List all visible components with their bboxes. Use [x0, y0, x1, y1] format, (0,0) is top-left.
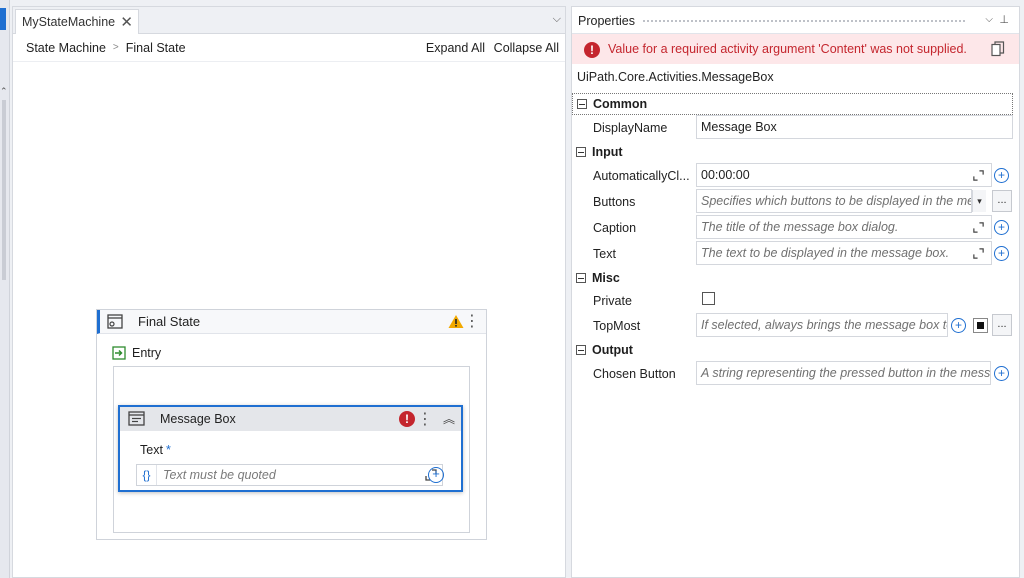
left-panel-strip: ⌃	[0, 0, 10, 578]
text-label: Text	[140, 443, 163, 457]
property-row-automatically-close: AutomaticallyCl... 00:00:00 +	[572, 163, 1013, 189]
message-box-icon	[128, 411, 145, 426]
error-banner: ! Value for a required activity argument…	[572, 34, 1019, 64]
topmost-input[interactable]: If selected, always brings the message b…	[696, 313, 948, 337]
category-output[interactable]: Output	[572, 339, 1013, 361]
property-name: Private	[593, 294, 632, 308]
property-row-displayname: DisplayName Message Box	[572, 115, 1013, 141]
document-tab-title: MyStateMachine	[22, 15, 116, 29]
collapse-toggle-icon[interactable]	[576, 273, 586, 283]
close-icon[interactable]: ✕	[120, 13, 133, 31]
entry-section-label: Entry	[112, 346, 161, 360]
category-label: Output	[592, 343, 633, 357]
collapse-all-button[interactable]: Collapse All	[494, 41, 559, 55]
caption-input[interactable]: The title of the message box dialog.	[696, 215, 992, 239]
plus-icon[interactable]: +	[994, 366, 1009, 381]
left-panel-accent[interactable]	[0, 8, 6, 30]
displayname-input[interactable]: Message Box	[696, 115, 1013, 139]
chevron-down-icon[interactable]: ⌵	[985, 14, 993, 25]
property-row-text: Text The text to be displayed in the mes…	[572, 241, 1013, 267]
property-grid: Common DisplayName Message Box Input Aut…	[572, 93, 1013, 387]
category-label: Input	[592, 145, 623, 159]
message-box-activity[interactable]: Message Box ! ⋮ ︽ Text * {} Text must be …	[118, 405, 463, 492]
left-panel-scrollbar[interactable]	[2, 100, 6, 280]
property-name: TopMost	[593, 319, 641, 333]
expand-editor-icon[interactable]	[972, 247, 985, 260]
collapse-toggle-icon[interactable]	[577, 99, 587, 109]
buttons-select[interactable]: Specifies which buttons to be displayed …	[696, 189, 972, 213]
warning-icon[interactable]	[448, 314, 464, 329]
property-row-chosen-button: Chosen Button A string representing the …	[572, 361, 1013, 387]
automatically-close-input[interactable]: 00:00:00	[696, 163, 992, 187]
text-input[interactable]: The text to be displayed in the message …	[696, 241, 992, 265]
required-marker: *	[165, 443, 171, 457]
property-name: Buttons	[593, 195, 636, 209]
category-common[interactable]: Common	[572, 93, 1013, 115]
final-state-header[interactable]: Final State ⋮	[97, 310, 486, 334]
collapse-toggle-icon[interactable]	[576, 147, 586, 157]
state-icon	[107, 314, 123, 329]
category-label: Common	[593, 97, 648, 111]
plus-icon[interactable]: +	[951, 318, 966, 333]
drag-grip[interactable]	[642, 19, 967, 23]
more-options-icon[interactable]: ⋮	[417, 409, 433, 429]
category-label: Misc	[592, 271, 620, 285]
topmost-toggle-button[interactable]	[973, 318, 988, 333]
pin-icon[interactable]: ⊥	[999, 13, 1009, 26]
property-row-topmost: TopMost If selected, always brings the m…	[572, 313, 1013, 339]
breadcrumb: State Machine > Final State Expand All C…	[13, 34, 565, 62]
property-row-caption: Caption The title of the message box dia…	[572, 215, 1013, 241]
chevron-right-icon: >	[112, 42, 119, 53]
text-placeholder[interactable]: Text must be quoted	[163, 468, 424, 482]
document-tab[interactable]: MyStateMachine ✕	[15, 9, 139, 34]
property-name: AutomaticallyCl...	[593, 169, 690, 183]
more-options-icon[interactable]: ⋮	[464, 311, 480, 331]
property-name: Text	[593, 247, 616, 261]
expression-braces-icon: {}	[137, 465, 157, 485]
plus-icon[interactable]: +	[994, 220, 1009, 235]
breadcrumb-item-state-machine[interactable]: State Machine	[26, 41, 106, 55]
expand-editor-icon[interactable]	[972, 169, 985, 182]
breadcrumb-item-final-state[interactable]: Final State	[126, 41, 186, 55]
collapse-icon[interactable]: ︽	[443, 410, 455, 427]
property-row-private: Private	[572, 289, 1013, 313]
text-argument-input[interactable]: {} Text must be quoted	[136, 464, 443, 486]
chevron-down-icon[interactable]: ⌵	[553, 13, 561, 26]
activity-type-label: UiPath.Core.Activities.MessageBox	[577, 70, 774, 84]
document-tab-bar: MyStateMachine ✕ ⌵	[13, 7, 565, 34]
private-checkbox[interactable]	[702, 292, 715, 305]
error-message: Value for a required activity argument '…	[608, 42, 967, 56]
properties-header: Properties ⌵ ⊥	[572, 7, 1019, 34]
properties-panel: Properties ⌵ ⊥ ! Value for a required ac…	[571, 6, 1020, 578]
designer-panel: MyStateMachine ✕ ⌵ State Machine > Final…	[12, 6, 566, 578]
error-icon[interactable]: !	[399, 411, 415, 427]
plus-icon[interactable]: +	[994, 168, 1009, 183]
entry-label-text: Entry	[132, 346, 162, 360]
category-input[interactable]: Input	[572, 141, 1013, 163]
property-name: Caption	[593, 221, 637, 235]
text-argument-label: Text *	[140, 443, 171, 457]
dropdown-arrow-icon[interactable]: ▾	[972, 190, 986, 212]
chevron-up-icon[interactable]: ⌃	[0, 86, 8, 97]
error-icon: !	[584, 42, 600, 58]
property-name: DisplayName	[593, 121, 668, 135]
final-state-title: Final State	[138, 314, 201, 329]
collapse-toggle-icon[interactable]	[576, 345, 586, 355]
ellipsis-button[interactable]: ...	[992, 190, 1012, 212]
plus-icon[interactable]: +	[428, 467, 444, 483]
plus-icon[interactable]: +	[994, 246, 1009, 261]
properties-title: Properties	[578, 14, 635, 28]
expand-editor-icon[interactable]	[972, 221, 985, 234]
property-name: Chosen Button	[593, 367, 676, 381]
ellipsis-button[interactable]: ...	[992, 314, 1012, 336]
property-row-buttons: Buttons Specifies which buttons to be di…	[572, 189, 1013, 215]
message-box-title: Message Box	[160, 412, 236, 426]
category-misc[interactable]: Misc	[572, 267, 1013, 289]
entry-icon	[112, 346, 126, 360]
copy-icon[interactable]	[991, 41, 1005, 57]
expand-all-button[interactable]: Expand All	[426, 41, 485, 55]
chosen-button-input[interactable]: A string representing the pressed button…	[696, 361, 991, 385]
message-box-header[interactable]: Message Box ! ⋮ ︽	[120, 407, 461, 431]
